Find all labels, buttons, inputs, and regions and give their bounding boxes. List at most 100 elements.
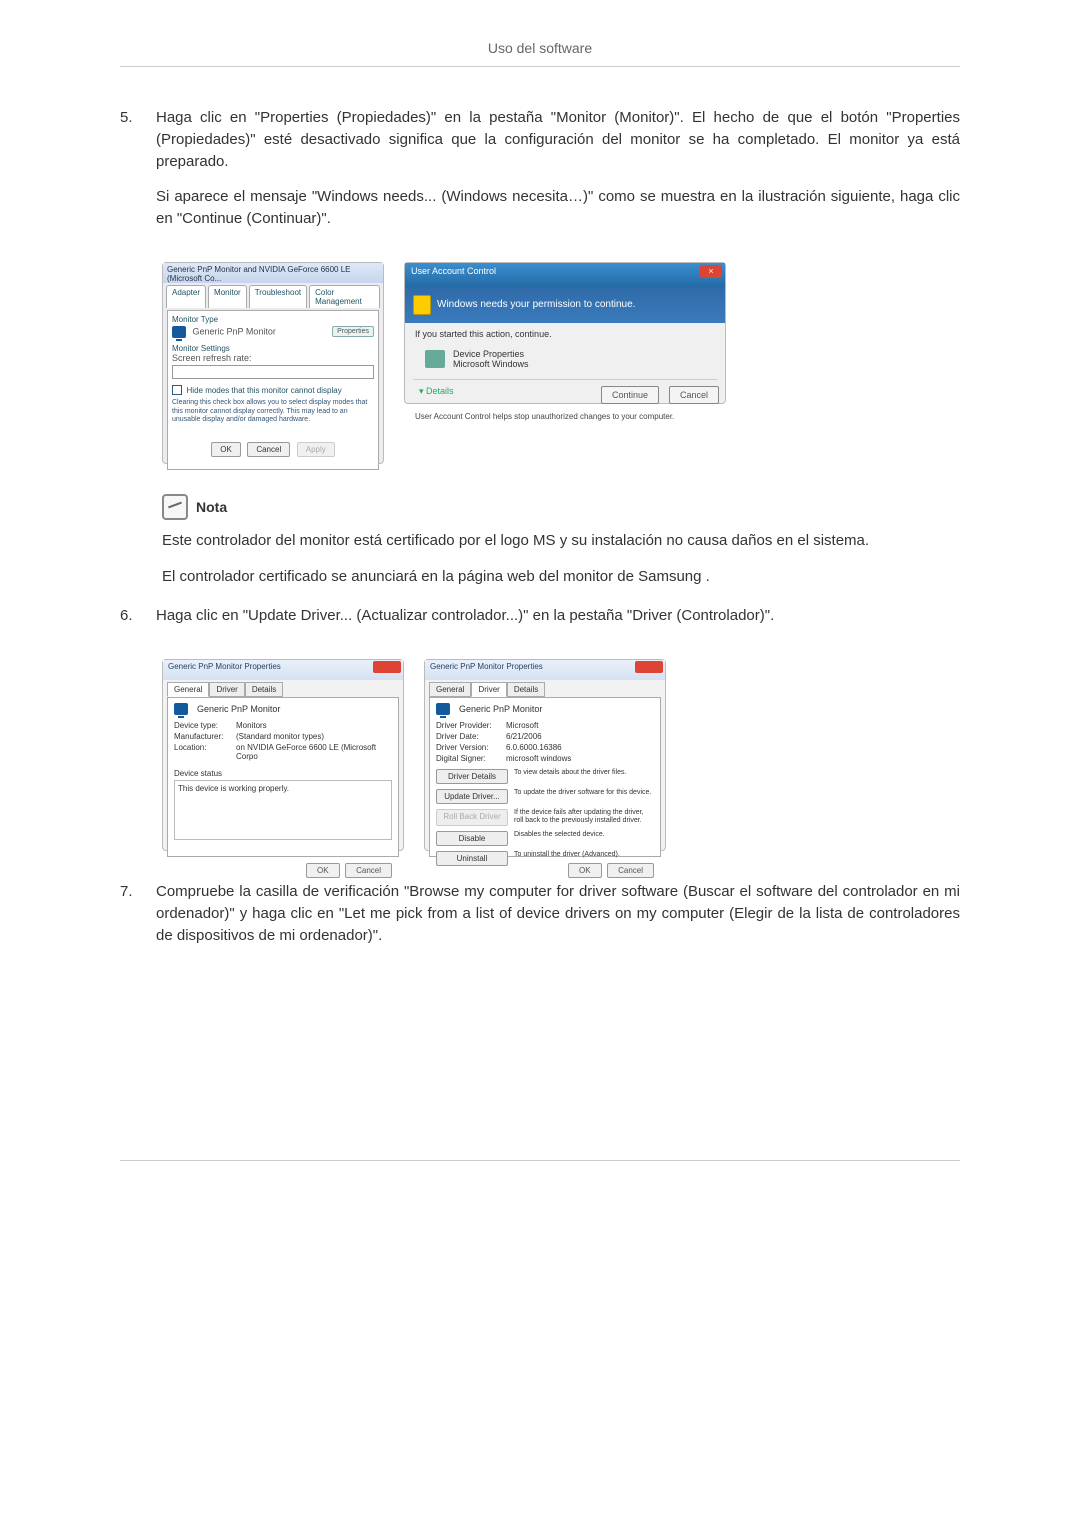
- close-icon[interactable]: [373, 661, 401, 673]
- step-5-number: 5.: [120, 107, 156, 244]
- tab-driver[interactable]: Driver: [209, 682, 244, 697]
- k-location: Location:: [174, 743, 236, 761]
- tab-general[interactable]: General: [429, 682, 471, 697]
- tab-driver[interactable]: Driver: [471, 682, 506, 697]
- tab-color-management[interactable]: Color Management: [309, 285, 380, 308]
- v-digital-signer: microsoft windows: [506, 754, 654, 763]
- disable-button[interactable]: Disable: [436, 831, 508, 846]
- disable-desc: Disables the selected device.: [514, 831, 654, 846]
- uac-continue-button[interactable]: Continue: [601, 386, 659, 404]
- monitor-icon: [436, 703, 450, 715]
- monitor-icon: [174, 703, 188, 715]
- step-6: 6. Haga clic en "Update Driver... (Actua…: [120, 605, 960, 641]
- screenshots-row-1: Generic PnP Monitor and NVIDIA GeForce 6…: [162, 262, 960, 464]
- device-status-box: This device is working properly.: [174, 780, 392, 840]
- properties-button[interactable]: Properties: [332, 326, 374, 337]
- step-5: 5. Haga clic en "Properties (Propiedades…: [120, 107, 960, 244]
- k-driver-version: Driver Version:: [436, 743, 506, 752]
- uac-message: If you started this action, continue.: [405, 323, 725, 345]
- tab-adapter[interactable]: Adapter: [166, 285, 206, 308]
- v-driver-provider: Microsoft: [506, 721, 654, 730]
- note-block: Nota Este controlador del monitor está c…: [162, 494, 960, 588]
- uac-title-text: User Account Control: [411, 266, 496, 276]
- ok-button[interactable]: OK: [568, 863, 602, 878]
- tab-details[interactable]: Details: [507, 682, 545, 697]
- shield-icon: [413, 295, 431, 315]
- step-7-p1: Compruebe la casilla de verificación "Br…: [156, 881, 960, 946]
- hide-modes-checkbox[interactable]: [172, 385, 182, 395]
- v-location: on NVIDIA GeForce 6600 LE (Microsoft Cor…: [236, 743, 392, 761]
- monitor-icon: [172, 326, 186, 338]
- page-header: Uso del software: [120, 40, 960, 67]
- uac-app-name: Device Properties: [453, 349, 529, 359]
- tab-general[interactable]: General: [167, 682, 209, 697]
- step-7-number: 7.: [120, 881, 156, 960]
- k-device-type: Device type:: [174, 721, 236, 730]
- pnp-properties-driver: Generic PnP Monitor Properties General D…: [424, 659, 666, 851]
- app-icon: [425, 350, 445, 368]
- refresh-rate-dropdown[interactable]: [172, 365, 374, 379]
- uac-dialog: User Account Control × Windows needs you…: [404, 262, 726, 404]
- uac-app-publisher: Microsoft Windows: [453, 359, 529, 369]
- shot4-title: Generic PnP Monitor Properties: [430, 662, 543, 671]
- step-6-p1: Haga clic en "Update Driver... (Actualiz…: [156, 605, 960, 627]
- ok-button[interactable]: OK: [211, 442, 241, 457]
- k-driver-date: Driver Date:: [436, 732, 506, 741]
- tab-details[interactable]: Details: [245, 682, 283, 697]
- note-icon: [162, 494, 188, 520]
- monitor-properties-dialog: Generic PnP Monitor and NVIDIA GeForce 6…: [162, 262, 384, 464]
- monitor-name: Generic PnP Monitor: [193, 326, 276, 336]
- k-digital-signer: Digital Signer:: [436, 754, 506, 763]
- rollback-driver-desc: If the device fails after updating the d…: [514, 809, 654, 826]
- hide-modes-description: Clearing this check box allows you to se…: [172, 399, 374, 424]
- screenshots-row-2: Generic PnP Monitor Properties General D…: [162, 659, 960, 851]
- refresh-rate-label: Screen refresh rate:: [172, 353, 374, 363]
- monitor-type-label: Monitor Type: [172, 315, 374, 324]
- k-driver-provider: Driver Provider:: [436, 721, 506, 730]
- uac-banner-text: Windows needs your permission to continu…: [437, 299, 635, 310]
- note-p1: Este controlador del monitor está certif…: [162, 530, 960, 552]
- cancel-button[interactable]: Cancel: [345, 863, 392, 878]
- shot3-device-name: Generic PnP Monitor: [197, 704, 280, 714]
- monitor-settings-label: Monitor Settings: [172, 344, 374, 353]
- step-5-body: Haga clic en "Properties (Propiedades)" …: [156, 107, 960, 244]
- step-6-body: Haga clic en "Update Driver... (Actualiz…: [156, 605, 960, 641]
- step-5-p1: Haga clic en "Properties (Propiedades)" …: [156, 107, 960, 172]
- step-7: 7. Compruebe la casilla de verificación …: [120, 881, 960, 960]
- footer-divider: [120, 1160, 960, 1161]
- step-6-number: 6.: [120, 605, 156, 641]
- close-icon[interactable]: ×: [700, 265, 722, 278]
- uac-cancel-button[interactable]: Cancel: [669, 386, 719, 404]
- device-status-label: Device status: [174, 769, 392, 778]
- v-manufacturer: (Standard monitor types): [236, 732, 392, 741]
- cancel-button[interactable]: Cancel: [607, 863, 654, 878]
- uac-titlebar: User Account Control ×: [405, 263, 725, 287]
- shot1-titlebar: Generic PnP Monitor and NVIDIA GeForce 6…: [163, 263, 383, 283]
- driver-details-desc: To view details about the driver files.: [514, 769, 654, 784]
- update-driver-button[interactable]: Update Driver...: [436, 789, 508, 804]
- shot3-title: Generic PnP Monitor Properties: [168, 662, 281, 671]
- details-link[interactable]: ▾ Details: [405, 386, 454, 397]
- ok-button[interactable]: OK: [306, 863, 340, 878]
- driver-details-button[interactable]: Driver Details: [436, 769, 508, 784]
- v-driver-version: 6.0.6000.16386: [506, 743, 654, 752]
- hide-modes-label: Hide modes that this monitor cannot disp…: [187, 386, 342, 395]
- v-driver-date: 6/21/2006: [506, 732, 654, 741]
- shot4-device-name: Generic PnP Monitor: [459, 704, 542, 714]
- step-5-p2: Si aparece el mensaje "Windows needs... …: [156, 186, 960, 230]
- k-manufacturer: Manufacturer:: [174, 732, 236, 741]
- tab-monitor[interactable]: Monitor: [208, 285, 247, 308]
- tab-troubleshoot[interactable]: Troubleshoot: [249, 285, 307, 308]
- rollback-driver-button: Roll Back Driver: [436, 809, 508, 826]
- uac-footer-text: User Account Control helps stop unauthor…: [405, 404, 725, 425]
- update-driver-desc: To update the driver software for this d…: [514, 789, 654, 804]
- apply-button: Apply: [297, 442, 335, 457]
- note-label: Nota: [196, 499, 227, 515]
- step-7-body: Compruebe la casilla de verificación "Br…: [156, 881, 960, 960]
- cancel-button[interactable]: Cancel: [247, 442, 290, 457]
- note-p2: El controlador certificado se anunciará …: [162, 566, 960, 588]
- uninstall-button[interactable]: Uninstall: [436, 851, 508, 866]
- close-icon[interactable]: [635, 661, 663, 673]
- v-device-type: Monitors: [236, 721, 392, 730]
- pnp-properties-general: Generic PnP Monitor Properties General D…: [162, 659, 404, 851]
